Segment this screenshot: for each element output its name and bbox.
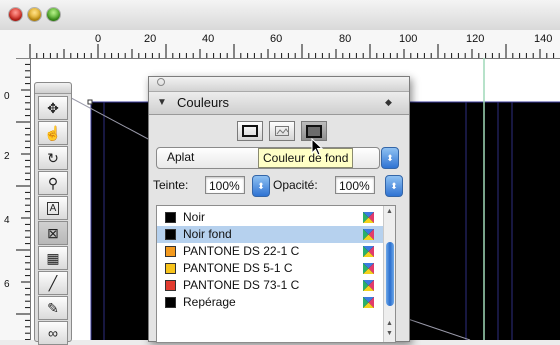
process-color-icon — [363, 297, 374, 308]
vertical-ruler[interactable]: 0 2 4 6 — [0, 58, 31, 340]
ruler-label: 4 — [4, 215, 10, 226]
color-name: Repérage — [183, 295, 236, 309]
linking-tool-icon[interactable]: ∞ — [38, 321, 68, 345]
ruler-label: 60 — [270, 33, 283, 45]
scroll-down-icon[interactable]: ▼ — [386, 330, 393, 337]
color-swatch — [165, 297, 176, 308]
process-color-icon — [363, 263, 374, 274]
background-color-icon — [306, 124, 322, 138]
tooltip: Couleur de fond — [258, 148, 354, 168]
table-tool-icon[interactable]: ▦ — [38, 246, 68, 270]
process-color-icon — [363, 229, 374, 240]
color-swatch — [165, 212, 176, 223]
panel-close-icon[interactable] — [157, 78, 165, 86]
picture-frame-tool-icon[interactable]: ⊠ — [38, 221, 68, 245]
zoom-tool-icon[interactable]: ⚲ — [38, 171, 68, 195]
picture-color-button[interactable] — [269, 121, 295, 141]
ruler-label: 40 — [202, 33, 215, 45]
ruler-label: 20 — [144, 33, 157, 45]
color-list-item[interactable]: Noir — [157, 209, 383, 226]
tool-palette-titlebar[interactable] — [35, 83, 71, 94]
selection-tool-icon[interactable]: ✥ — [38, 96, 68, 120]
colors-panel: ▼ Couleurs ◆ Aplat ⬍ Teinte: 100% ⬍ Opac… — [148, 76, 410, 343]
color-swatch — [165, 263, 176, 274]
opacity-label: Opacité: — [273, 178, 318, 192]
fill-type-value: Aplat — [167, 150, 195, 164]
bezier-tool-icon[interactable]: ✎ — [38, 296, 68, 320]
text-frame-tool-icon[interactable]: A — [38, 196, 68, 220]
color-name: Noir — [183, 210, 206, 224]
color-list-scrollbar[interactable]: ▲ ▲ ▼ — [383, 206, 395, 342]
color-list-item[interactable]: Repérage — [157, 294, 383, 311]
ruler-label: 140 — [534, 33, 553, 45]
color-name: PANTONE DS 5-1 C — [183, 261, 293, 275]
color-swatch — [165, 246, 176, 257]
zoom-window-button[interactable] — [47, 8, 60, 21]
hand-tool-icon[interactable]: ☝ — [38, 121, 68, 145]
close-window-button[interactable] — [9, 8, 22, 21]
ruler-label: 0 — [4, 91, 10, 102]
tint-field[interactable]: 100% — [205, 176, 245, 194]
opacity-field[interactable]: 100% — [335, 176, 375, 194]
mouse-pointer-icon — [311, 138, 324, 156]
line-tool-icon[interactable]: ╱ — [38, 271, 68, 295]
horizontal-ruler[interactable]: 0 20 40 60 80 100 120 140 — [0, 30, 560, 59]
color-list-item[interactable]: PANTONE DS 22-1 C — [157, 243, 383, 260]
scrollbar-thumb[interactable] — [386, 242, 394, 306]
color-name: PANTONE DS 22-1 C — [183, 244, 300, 258]
ruler-label: 80 — [339, 33, 352, 45]
panel-title: Couleurs — [177, 95, 230, 110]
process-color-icon — [363, 246, 374, 257]
panel-menu-icon[interactable]: ◆ — [385, 97, 392, 108]
color-name: PANTONE DS 73-1 C — [183, 278, 300, 292]
rotate-tool-icon[interactable]: ↻ — [38, 146, 68, 170]
frame-color-button[interactable] — [237, 121, 263, 141]
ruler-label: 120 — [466, 33, 485, 45]
ruler-label: 100 — [399, 33, 418, 45]
color-list: Noir Noir fond PANTONE DS 22-1 C PANTONE DS… — [156, 205, 396, 343]
color-name: Noir fond — [183, 227, 232, 241]
ruler-label: 0 — [95, 33, 102, 45]
color-swatch — [165, 280, 176, 291]
ruler-label: 2 — [4, 151, 10, 162]
fill-type-arrows-icon[interactable]: ⬍ — [381, 147, 399, 169]
minimize-window-button[interactable] — [28, 8, 41, 21]
panel-titlebar[interactable] — [149, 77, 409, 92]
tool-palette: ✥ ☝ ↻ ⚲ A ⊠ ▦ ╱ ✎ ∞ — [34, 82, 72, 345]
color-list-item[interactable]: PANTONE DS 5-1 C — [157, 260, 383, 277]
panel-header[interactable]: ▼ Couleurs ◆ — [149, 92, 409, 115]
process-color-icon — [363, 212, 374, 223]
color-swatch — [165, 229, 176, 240]
ruler-label: 6 — [4, 279, 10, 290]
color-list-item[interactable]: PANTONE DS 73-1 C — [157, 277, 383, 294]
frame-color-icon — [242, 125, 258, 137]
scroll-up-icon[interactable]: ▲ — [386, 208, 393, 215]
tint-stepper[interactable]: ⬍ — [252, 175, 270, 197]
tint-label: Teinte: — [153, 178, 189, 192]
color-list-item[interactable]: Noir fond — [157, 226, 383, 243]
collapse-triangle-icon[interactable]: ▼ — [157, 97, 167, 108]
opacity-stepper[interactable]: ⬍ — [385, 175, 403, 197]
scroll-up-arrow-icon[interactable]: ▲ — [386, 320, 393, 327]
window-titlebar — [0, 0, 560, 31]
picture-color-icon — [275, 126, 289, 136]
process-color-icon — [363, 280, 374, 291]
